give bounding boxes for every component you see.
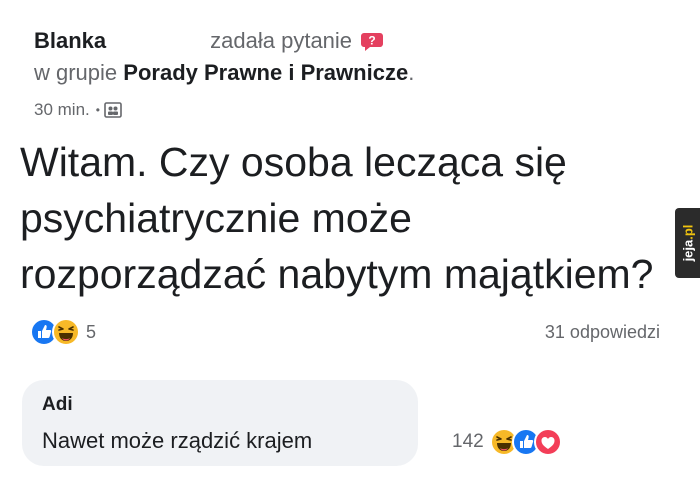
meta-separator: •	[95, 103, 100, 117]
haha-icon	[52, 318, 80, 346]
group-line: w grupie Porady Prawne i Prawnicze.	[34, 60, 414, 86]
author-name[interactable]: Blanka	[34, 28, 106, 54]
question-line: Witam. Czy osoba lecząca się	[20, 139, 567, 185]
post-timestamp[interactable]: 30 min.	[34, 100, 90, 120]
comment-reaction-summary[interactable]: 142	[452, 428, 562, 456]
svg-text:?: ?	[368, 34, 375, 48]
comment-author-name[interactable]: Adi	[42, 394, 73, 416]
group-audience-icon	[104, 102, 122, 118]
post-meta: 30 min. •	[34, 100, 122, 120]
group-name-link[interactable]: Porady Prawne i Prawnicze	[123, 60, 408, 85]
post-header: Blanka zadała pytanie ?	[34, 26, 384, 56]
group-suffix: .	[408, 60, 415, 85]
post-reaction-count: 5	[86, 321, 97, 342]
question-line: rozporządzać nabytym majątkiem?	[20, 251, 654, 297]
site-watermark: jeja.pl	[675, 208, 700, 278]
answers-count-link[interactable]: 31 odpowiedzi	[545, 322, 660, 343]
post-action-text: zadała pytanie	[210, 28, 353, 53]
group-prefix: w grupie	[34, 60, 118, 85]
comment-reaction-count: 142	[452, 431, 484, 452]
post-reaction-summary[interactable]: 5	[30, 318, 96, 346]
question-line: psychiatrycznie może	[20, 195, 412, 241]
comment-bubble: Adi Nawet może rządzić krajem	[22, 380, 418, 466]
watermark-logo: jeja.pl	[680, 224, 695, 262]
comment-text: Nawet może rządzić krajem	[42, 428, 313, 453]
question-body: Witam. Czy osoba lecząca się psychiatryc…	[20, 134, 700, 302]
love-icon	[533, 428, 562, 456]
group-question-post: Blanka zadała pytanie ? w grupie Porady …	[0, 0, 700, 478]
post-reactions-bar: 5 31 odpowiedzi	[30, 316, 660, 346]
question-icon: ?	[360, 32, 384, 52]
